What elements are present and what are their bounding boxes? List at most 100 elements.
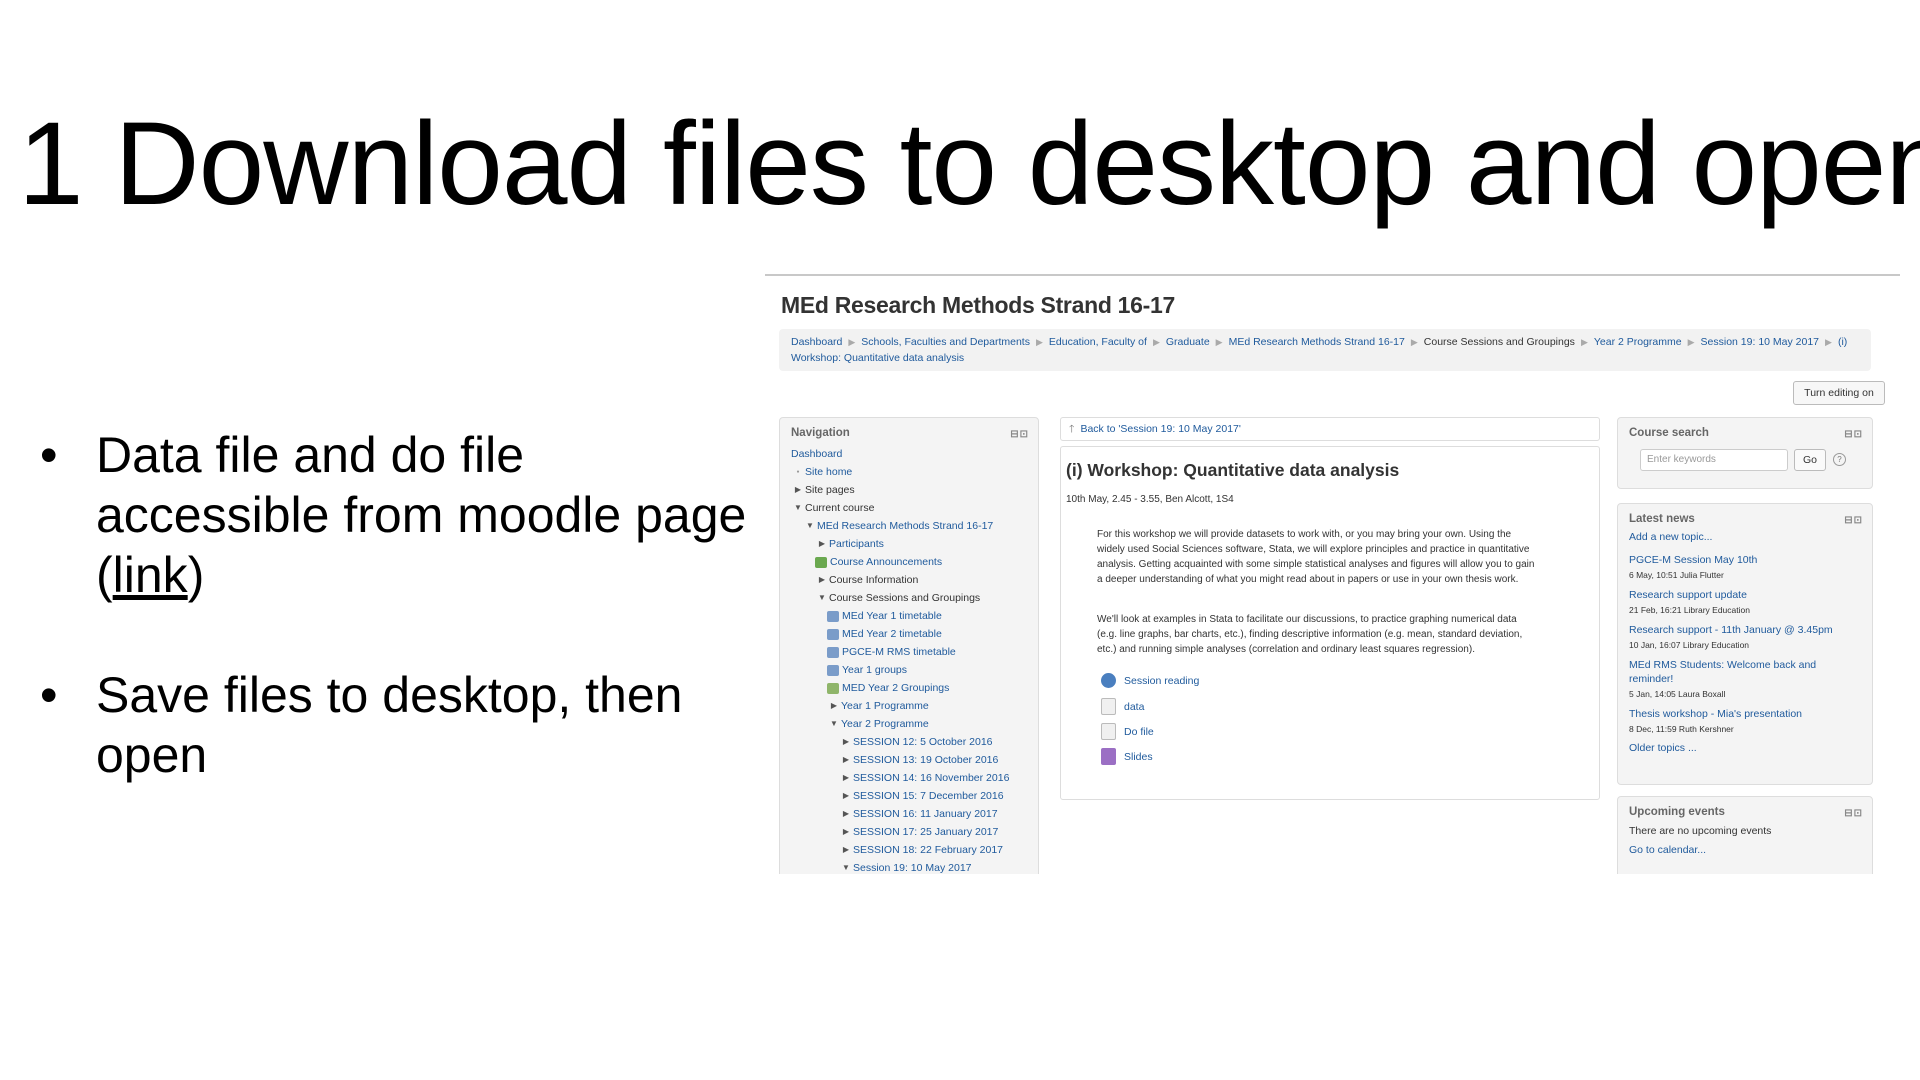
- expand-right-icon[interactable]: ▶: [839, 769, 853, 787]
- breadcrumb-item[interactable]: MEd Research Methods Strand 16-17: [1229, 336, 1405, 348]
- workshop-title: (i) Workshop: Quantitative data analysis: [1066, 460, 1400, 480]
- breadcrumb-separator-icon: ▶: [1410, 337, 1418, 347]
- go-to-calendar-link[interactable]: Go to calendar...: [1618, 840, 1872, 860]
- block-controls-icon[interactable]: ⊟⊡: [1844, 515, 1863, 526]
- expand-right-icon[interactable]: ▶: [815, 535, 829, 553]
- expand-down-icon[interactable]: ▼: [839, 859, 853, 874]
- nav-item[interactable]: Course Announcements: [791, 553, 1038, 571]
- bullet-dot: •: [40, 667, 58, 723]
- nav-item[interactable]: ▼ Session 19: 10 May 2017: [791, 859, 1038, 874]
- nav-item[interactable]: ● Site home: [791, 463, 1038, 481]
- nav-item[interactable]: ▶ Participants: [791, 535, 1038, 553]
- breadcrumb-item[interactable]: Schools, Faculties and Departments: [861, 336, 1030, 348]
- expand-right-icon[interactable]: ▶: [839, 751, 853, 769]
- expand-right-icon[interactable]: ▶: [839, 805, 853, 823]
- nav-item-label: Year 1 Programme: [841, 700, 929, 712]
- go-button[interactable]: Go: [1794, 449, 1826, 471]
- help-icon[interactable]: ?: [1833, 453, 1846, 466]
- expand-right-icon[interactable]: ▶: [839, 787, 853, 805]
- nav-item-label: Dashboard: [791, 448, 843, 460]
- news-title-link[interactable]: Research support update: [1629, 588, 1861, 602]
- nav-item[interactable]: ▼ Course Sessions and Groupings: [791, 589, 1038, 607]
- nav-item-label: Year 2 Programme: [841, 718, 929, 730]
- document-icon: [827, 664, 839, 676]
- news-title-link[interactable]: Thesis workshop - Mia's presentation: [1629, 707, 1861, 721]
- resource-link[interactable]: Slides: [1101, 748, 1153, 765]
- nav-item[interactable]: ▶ SESSION 14: 16 November 2016: [791, 769, 1038, 787]
- news-items: PGCE-M Session May 10th 6 May, 10:51 Juli…: [1629, 553, 1861, 734]
- upcoming-events-block: Upcoming events ⊟⊡ There are no upcoming…: [1617, 796, 1873, 874]
- resource-link[interactable]: data: [1101, 698, 1144, 715]
- nav-item[interactable]: ▶ Year 1 Programme: [791, 697, 1038, 715]
- nav-item[interactable]: ▶ SESSION 15: 7 December 2016: [791, 787, 1038, 805]
- news-item: MEd RMS Students: Welcome back and remin…: [1629, 658, 1861, 699]
- file-icon: [1101, 698, 1116, 715]
- expand-down-icon[interactable]: ▼: [827, 715, 841, 733]
- moodle-screenshot: MEd Research Methods Strand 16-17 Dashbo…: [765, 274, 1900, 874]
- nav-item[interactable]: Year 1 groups: [791, 661, 1038, 679]
- nav-item[interactable]: ▶ Site pages: [791, 481, 1038, 499]
- expand-right-icon[interactable]: ▶: [839, 733, 853, 751]
- breadcrumb: Dashboard ▶ Schools, Faculties and Departm…: [779, 329, 1871, 371]
- resource-label: Do file: [1124, 725, 1154, 738]
- news-title-link[interactable]: PGCE-M Session May 10th: [1629, 553, 1861, 567]
- block-controls-icon[interactable]: ⊟⊡: [1010, 429, 1029, 440]
- nav-item[interactable]: MEd Year 1 timetable: [791, 607, 1038, 625]
- nav-item-label: Course Announcements: [830, 556, 943, 568]
- expand-right-icon[interactable]: ▶: [839, 841, 853, 859]
- nav-item[interactable]: ▶ SESSION 16: 11 January 2017: [791, 805, 1038, 823]
- moodle-link[interactable]: link: [113, 547, 188, 603]
- resource-link[interactable]: Do file: [1101, 723, 1154, 740]
- turn-editing-on-button[interactable]: Turn editing on: [1793, 381, 1885, 405]
- news-title-link[interactable]: MEd RMS Students: Welcome back and remin…: [1629, 658, 1861, 686]
- expand-right-icon[interactable]: ▶: [791, 481, 805, 499]
- breadcrumb-separator-icon: ▶: [848, 337, 856, 347]
- add-topic-link[interactable]: Add a new topic...: [1629, 531, 1861, 543]
- nav-item[interactable]: ▶ SESSION 12: 5 October 2016: [791, 733, 1038, 751]
- nav-item[interactable]: ▼ Current course: [791, 499, 1038, 517]
- breadcrumb-item[interactable]: Dashboard: [791, 336, 842, 348]
- breadcrumb-item[interactable]: Year 2 Programme: [1594, 336, 1682, 348]
- older-topics-link[interactable]: Older topics ...: [1629, 742, 1861, 754]
- block-controls-icon[interactable]: ⊟⊡: [1844, 808, 1863, 819]
- navigation-title: Navigation: [791, 427, 850, 439]
- resource-label: Session reading: [1124, 674, 1200, 687]
- nav-item[interactable]: ▶ SESSION 18: 22 February 2017: [791, 841, 1038, 859]
- nav-item[interactable]: Dashboard: [791, 445, 1038, 463]
- up-arrow-icon: 🡑: [1069, 423, 1075, 435]
- nav-item[interactable]: MEd Year 2 timetable: [791, 625, 1038, 643]
- news-meta: 5 Jan, 14:05 Laura Boxall: [1629, 689, 1726, 699]
- news-meta: 8 Dec, 11:59 Ruth Kershner: [1629, 724, 1734, 734]
- nav-item[interactable]: ▼ Year 2 Programme: [791, 715, 1038, 733]
- document-icon: [827, 628, 839, 640]
- news-title-link[interactable]: Research support - 11th January @ 3.45pm: [1629, 623, 1861, 637]
- nav-item-label: Site pages: [805, 484, 855, 496]
- nav-item-label: SESSION 12: 5 October 2016: [853, 736, 993, 748]
- breadcrumb-separator-icon: ▶: [1215, 337, 1223, 347]
- back-link[interactable]: Back to 'Session 19: 10 May 2017': [1080, 423, 1240, 435]
- group-icon: [827, 682, 839, 694]
- breadcrumb-item[interactable]: Session 19: 10 May 2017: [1701, 336, 1820, 348]
- expand-right-icon[interactable]: ▶: [827, 697, 841, 715]
- nav-item[interactable]: MED Year 2 Groupings: [791, 679, 1038, 697]
- nav-item-label: PGCE-M RMS timetable: [842, 646, 956, 658]
- search-input[interactable]: Enter keywords: [1640, 449, 1788, 471]
- news-item: Research support - 11th January @ 3.45pm…: [1629, 623, 1861, 650]
- expand-down-icon[interactable]: ▼: [803, 517, 817, 535]
- resource-link[interactable]: Session reading: [1101, 673, 1199, 688]
- nav-item[interactable]: ▶ SESSION 17: 25 January 2017: [791, 823, 1038, 841]
- nav-item[interactable]: ▶ SESSION 13: 19 October 2016: [791, 751, 1038, 769]
- breadcrumb-item[interactable]: Graduate: [1166, 336, 1210, 348]
- expand-down-icon[interactable]: ▼: [791, 499, 805, 517]
- breadcrumb-item[interactable]: Education, Faculty of: [1049, 336, 1147, 348]
- nav-item[interactable]: ▼ MEd Research Methods Strand 16-17: [791, 517, 1038, 535]
- block-controls-icon[interactable]: ⊟⊡: [1844, 429, 1863, 440]
- upcoming-events-title: Upcoming events: [1629, 806, 1725, 818]
- nav-item[interactable]: PGCE-M RMS timetable: [791, 643, 1038, 661]
- nav-item[interactable]: ▶ Course Information: [791, 571, 1038, 589]
- nav-item-label: SESSION 17: 25 January 2017: [853, 826, 999, 838]
- expand-right-icon[interactable]: ▶: [815, 571, 829, 589]
- nav-item-label: Participants: [829, 538, 884, 550]
- expand-right-icon[interactable]: ▶: [839, 823, 853, 841]
- expand-down-icon[interactable]: ▼: [815, 589, 829, 607]
